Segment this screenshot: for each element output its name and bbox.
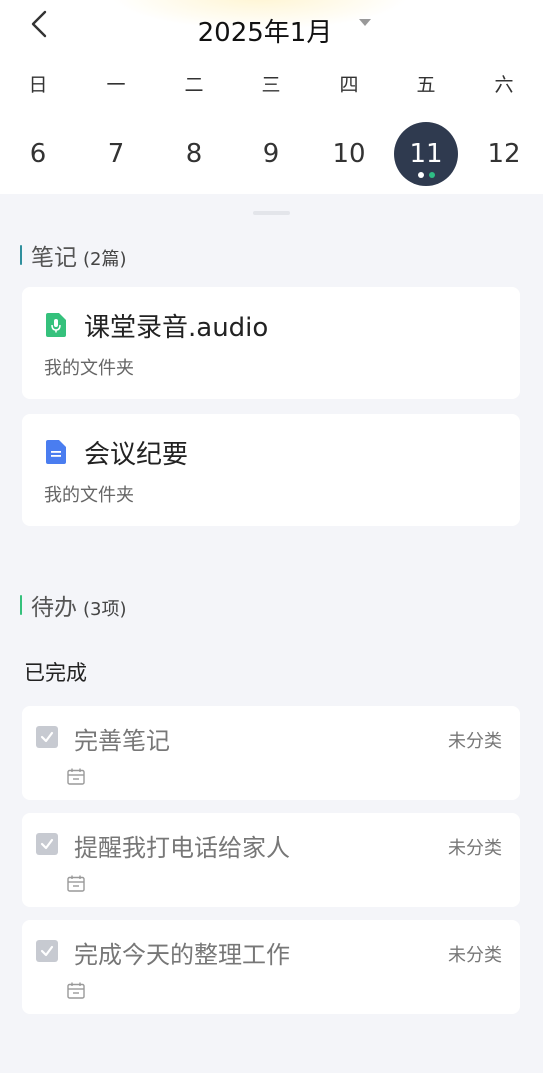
audio-file-icon [46, 313, 66, 337]
note-folder: 我的文件夹 [44, 485, 134, 506]
weekday-label: 日 [28, 74, 48, 96]
check-icon [40, 945, 54, 957]
section-accent-bar [20, 245, 22, 265]
caret-down-icon[interactable] [358, 18, 372, 28]
date-cell[interactable]: 10 [317, 122, 381, 186]
date-cell[interactable]: 8 [162, 122, 226, 186]
weekday-row: 日 一 二 三 四 五 六 [0, 70, 543, 100]
drag-handle[interactable] [253, 211, 290, 215]
checkbox-checked[interactable] [36, 833, 58, 855]
date-cell-selected[interactable]: 11 [394, 122, 458, 186]
todos-count: (3项) [83, 599, 127, 620]
event-dots [394, 172, 458, 178]
calendar-icon[interactable] [67, 982, 85, 999]
date-cell[interactable]: 7 [84, 122, 148, 186]
note-title: 会议纪要 [84, 440, 189, 470]
completed-subhead: 已完成 [24, 661, 87, 685]
weekday-label: 二 [184, 74, 204, 96]
note-title: 课堂录音.audio [84, 313, 269, 343]
notes-section-title: 笔记 (2篇) [20, 238, 127, 272]
date-cell[interactable]: 6 [6, 122, 70, 186]
checkbox-checked[interactable] [36, 726, 58, 748]
todo-category[interactable]: 未分类 [448, 941, 502, 967]
date-number: 11 [409, 139, 443, 169]
weekday-label: 四 [339, 74, 359, 96]
note-card[interactable]: 课堂录音.audio 我的文件夹 [22, 287, 520, 399]
calendar-icon[interactable] [67, 768, 85, 785]
todos-section-title: 待办 (3项) [20, 588, 127, 622]
date-cell[interactable]: 12 [472, 122, 536, 186]
document-file-icon [46, 440, 66, 464]
month-title[interactable]: 2025年1月 [0, 12, 530, 49]
calendar-header: 2025年1月 日 一 二 三 四 五 六 6 7 8 9 10 11 12 [0, 0, 543, 194]
todo-item[interactable]: 提醒我打电话给家人 未分类 [22, 813, 520, 907]
date-cell[interactable]: 9 [239, 122, 303, 186]
note-card[interactable]: 会议纪要 我的文件夹 [22, 414, 520, 526]
todo-item[interactable]: 完成今天的整理工作 未分类 [22, 920, 520, 1014]
weekday-label: 六 [494, 74, 514, 96]
notes-title: 笔记 [31, 245, 77, 271]
todo-title: 完成今天的整理工作 [74, 941, 290, 969]
todo-title: 完善笔记 [74, 727, 170, 755]
todo-category[interactable]: 未分类 [448, 727, 502, 753]
todo-category[interactable]: 未分类 [448, 834, 502, 860]
check-icon [40, 838, 54, 850]
notes-count: (2篇) [83, 249, 127, 270]
weekday-label: 五 [416, 74, 436, 96]
week-date-row: 6 7 8 9 10 11 12 [0, 122, 543, 186]
check-icon [40, 731, 54, 743]
todos-title: 待办 [31, 595, 77, 621]
checkbox-checked[interactable] [36, 940, 58, 962]
weekday-label: 三 [261, 74, 281, 96]
todo-item[interactable]: 完善笔记 未分类 [22, 706, 520, 800]
calendar-icon[interactable] [67, 875, 85, 892]
todo-title: 提醒我打电话给家人 [74, 834, 290, 862]
section-accent-bar [20, 595, 22, 615]
weekday-label: 一 [106, 74, 126, 96]
event-dot [428, 172, 435, 178]
event-dot [417, 172, 424, 178]
note-folder: 我的文件夹 [44, 358, 134, 379]
